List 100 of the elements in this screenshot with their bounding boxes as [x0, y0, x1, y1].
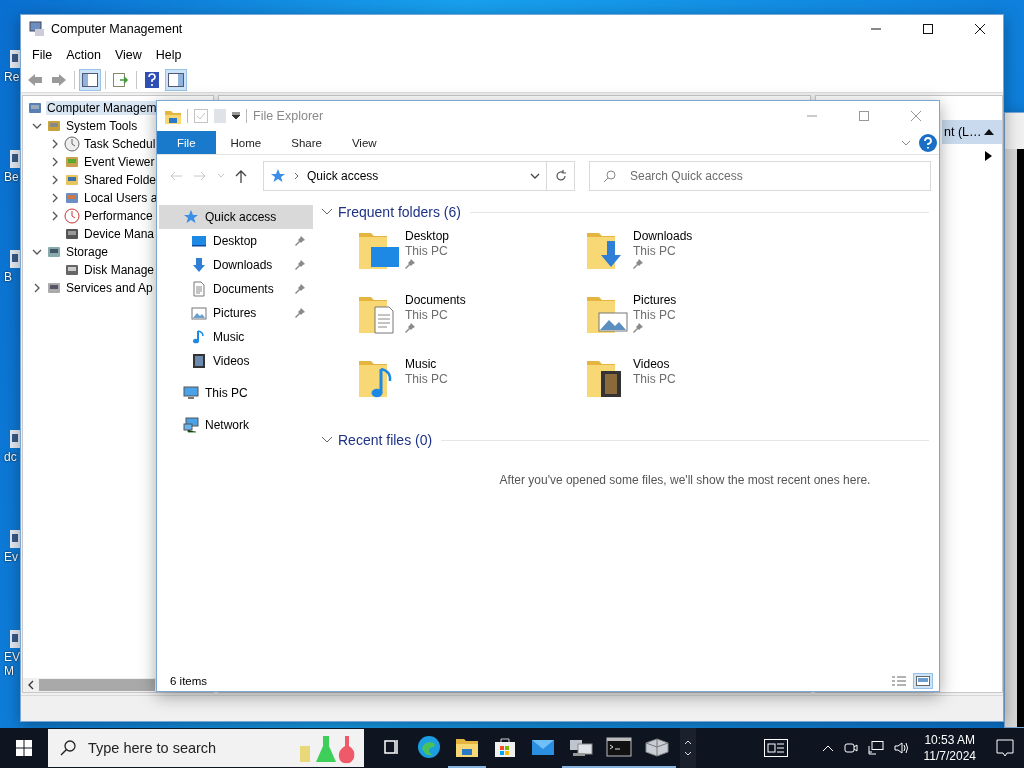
shortcut-icon[interactable]	[10, 150, 20, 168]
shortcut-icon[interactable]	[10, 430, 20, 448]
nav-item[interactable]: Music	[159, 325, 313, 349]
shortcut-icon[interactable]	[10, 50, 20, 68]
desktop-icon-label[interactable]: Re	[0, 70, 20, 84]
menu-item[interactable]: File	[25, 48, 60, 62]
chevron-icon[interactable]	[321, 436, 333, 444]
pin-icon[interactable]	[633, 259, 643, 269]
nav-item[interactable]: This PC	[159, 381, 313, 405]
caret-down-icon	[684, 751, 692, 756]
desktop-icon-label[interactable]: dc	[0, 450, 20, 464]
address-path: Quick access	[307, 169, 380, 183]
menu-item[interactable]: Action	[59, 48, 108, 62]
submenu-arrow-icon[interactable]	[985, 151, 992, 161]
section-header[interactable]: Recent files (0)	[338, 432, 433, 448]
dropdown-icon[interactable]	[530, 173, 540, 179]
folder-name[interactable]: Music	[405, 357, 448, 371]
clock[interactable]: 10:53 AM 11/7/2024	[923, 732, 976, 764]
pin-icon[interactable]	[405, 323, 415, 333]
tree-item[interactable]: Computer Managem	[46, 101, 158, 115]
taskbar-search-field[interactable]: Type here to search	[48, 729, 364, 767]
nav-item[interactable]: Downloads	[159, 253, 313, 277]
tree-item[interactable]: Services and Ap	[65, 281, 154, 295]
tree-item[interactable]: Event Viewer	[83, 155, 156, 169]
chevron-up-icon[interactable]	[821, 744, 834, 752]
section-header[interactable]: Frequent folders (6)	[338, 204, 461, 220]
address-bar[interactable]: Quick access	[263, 161, 547, 191]
refresh-button[interactable]	[547, 161, 575, 191]
tree-item[interactable]: Performance	[83, 209, 154, 223]
desktop-icon-label[interactable]: EV M	[0, 650, 20, 678]
news-icon[interactable]	[763, 739, 788, 757]
ribbon-tab[interactable]: File	[157, 131, 216, 154]
folder-name[interactable]: Videos	[633, 357, 676, 371]
checkbox-icon[interactable]	[194, 109, 208, 123]
close-icon	[975, 24, 985, 34]
folder-name[interactable]: Documents	[405, 293, 466, 307]
ribbon-tab[interactable]: View	[336, 131, 392, 154]
shortcut-icon[interactable]	[10, 250, 20, 268]
volume-icon[interactable]	[893, 741, 910, 755]
desktop-icon-label[interactable]: Ev	[0, 550, 20, 564]
toolbar-button[interactable]	[165, 68, 187, 91]
help-icon[interactable]	[919, 133, 937, 152]
forward-arrow-icon	[51, 72, 67, 87]
folder-location: This PC	[405, 372, 448, 386]
dropdown-icon[interactable]	[232, 112, 240, 120]
menu-item[interactable]: Help	[148, 48, 189, 62]
actions-header[interactable]: nt (L…	[942, 120, 1002, 144]
pin-icon[interactable]	[633, 323, 643, 333]
pin-icon[interactable]	[295, 308, 305, 318]
tree-item[interactable]: Task Schedul	[83, 137, 157, 151]
nav-item[interactable]: Pictures	[159, 301, 313, 325]
tools-icon	[46, 118, 62, 134]
nav-item[interactable]: Network	[159, 413, 313, 437]
menu-item[interactable]: View	[107, 48, 149, 62]
folder-icon	[165, 108, 181, 124]
collapse-icon[interactable]	[984, 128, 994, 136]
desktop-icon-label[interactable]: Be	[0, 170, 20, 184]
shortcut-icon[interactable]	[10, 530, 20, 548]
folder-name[interactable]: Downloads	[633, 229, 693, 243]
shopping-bag-icon	[494, 736, 516, 758]
empty-message: After you've opened some files, we'll show the most recent ones here.	[498, 473, 871, 487]
network-icon[interactable]	[867, 741, 884, 755]
toolbar-button[interactable]	[79, 68, 101, 91]
chevron-icon[interactable]	[321, 208, 333, 216]
folder-name[interactable]: Desktop	[405, 229, 450, 243]
help-icon	[145, 71, 159, 88]
tree-item[interactable]: Disk Manage	[83, 263, 156, 277]
pin-icon[interactable]	[295, 284, 305, 294]
close-icon	[911, 111, 921, 121]
network-icon	[183, 417, 199, 433]
desktop-icon-label[interactable]: B	[0, 270, 20, 284]
nav-item[interactable]: Desktop	[159, 229, 313, 253]
ribbon-tab[interactable]: Home	[215, 131, 277, 154]
list-icon	[892, 676, 906, 686]
up-arrow-icon[interactable]	[235, 169, 247, 183]
nav-item[interactable]: Quick access	[159, 205, 313, 229]
ribbon-tab[interactable]: Share	[276, 131, 337, 154]
nav-item[interactable]: Documents	[159, 277, 313, 301]
tree-item[interactable]: System Tools	[65, 119, 139, 133]
search-icon	[603, 170, 616, 183]
camera-icon[interactable]	[843, 741, 858, 755]
panel-icon	[82, 72, 98, 87]
clock-icon	[64, 136, 80, 152]
search-field[interactable]: Search Quick access	[589, 161, 931, 191]
storage-icon	[46, 244, 62, 260]
pin-icon[interactable]	[295, 236, 305, 246]
tree-item[interactable]: Storage	[65, 245, 110, 259]
expand-ribbon-icon[interactable]	[901, 139, 911, 146]
document-icon	[191, 281, 207, 297]
folder-name[interactable]: Pictures	[633, 293, 677, 307]
pin-icon[interactable]	[405, 259, 415, 269]
terminal-icon	[606, 737, 632, 757]
horizontal-scrollbar[interactable]	[23, 678, 156, 692]
tree-item[interactable]: Shared Folde	[83, 173, 158, 187]
tree-item[interactable]: Device Mana	[83, 227, 156, 241]
large-icons-view-button[interactable]	[913, 673, 933, 689]
nav-item[interactable]: Videos	[159, 349, 313, 373]
shortcut-icon[interactable]	[10, 630, 20, 648]
pin-icon[interactable]	[295, 260, 305, 270]
computer-icon	[27, 100, 43, 116]
